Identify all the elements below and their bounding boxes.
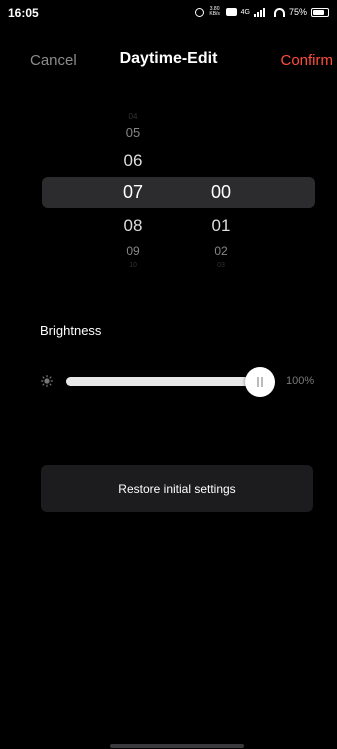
network-speed-indicator: 3.80 KB/s bbox=[209, 6, 220, 17]
confirm-button[interactable]: Confirm bbox=[280, 52, 333, 69]
brightness-slider-thumb[interactable] bbox=[245, 367, 275, 397]
alarm-icon bbox=[194, 7, 204, 17]
minute-option-selected[interactable]: 00 bbox=[201, 182, 241, 203]
hour-option[interactable]: 10 bbox=[113, 262, 153, 269]
hour-option[interactable]: 05 bbox=[113, 125, 153, 140]
sun-icon bbox=[41, 375, 53, 387]
hour-option-selected[interactable]: 07 bbox=[113, 182, 153, 203]
signal-icon bbox=[253, 7, 270, 17]
status-time: 16:05 bbox=[8, 6, 39, 20]
status-icons: 3.80 KB/s 4G 75% bbox=[194, 6, 329, 17]
battery-percent: 75% bbox=[288, 7, 307, 17]
network-type: 4G bbox=[240, 8, 250, 16]
hd-icon bbox=[225, 8, 237, 16]
picker-selection-highlight bbox=[42, 177, 315, 208]
brightness-slider-fill bbox=[66, 377, 262, 386]
minute-option[interactable]: 02 bbox=[201, 244, 241, 258]
minute-option[interactable]: 03 bbox=[201, 262, 241, 269]
battery-icon bbox=[311, 7, 329, 17]
hour-option[interactable]: 06 bbox=[113, 151, 153, 171]
status-bar: 16:05 3.80 KB/s 4G 75% bbox=[0, 0, 337, 26]
minute-option[interactable]: 01 bbox=[201, 216, 241, 236]
brightness-slider[interactable] bbox=[66, 377, 262, 386]
hour-option[interactable]: 08 bbox=[113, 216, 153, 236]
wifi-icon bbox=[273, 7, 285, 17]
brightness-label: Brightness bbox=[40, 323, 102, 338]
brightness-value: 100% bbox=[286, 375, 315, 387]
hour-option[interactable]: 04 bbox=[113, 112, 153, 121]
restore-initial-settings-button[interactable]: Restore initial settings bbox=[41, 465, 313, 512]
hour-option[interactable]: 09 bbox=[113, 244, 153, 258]
header: Cancel Daytime-Edit Confirm bbox=[0, 46, 337, 76]
home-indicator bbox=[110, 744, 244, 748]
